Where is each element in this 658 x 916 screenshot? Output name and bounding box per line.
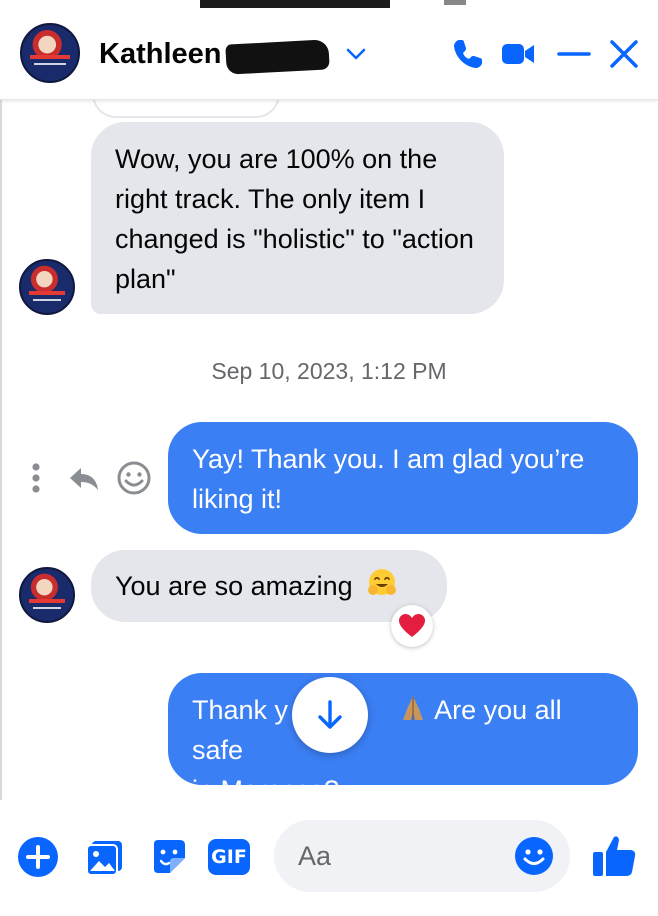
heart-icon (399, 614, 425, 637)
hugging-face-emoji-icon (368, 569, 397, 595)
outgoing-message[interactable]: Thank y Are you all safe in Morocco? (168, 673, 638, 805)
scroll-to-bottom-button[interactable] (292, 677, 368, 753)
photo-icon[interactable] (84, 836, 126, 878)
outgoing-message[interactable]: Yay! Thank you. I am glad you’re liking … (168, 422, 638, 534)
incoming-message[interactable]: You are so amazing (91, 550, 447, 622)
message-input-field[interactable] (274, 820, 570, 892)
gif-label: GIF (211, 846, 247, 868)
video-camera-icon[interactable] (500, 36, 536, 72)
incoming-message[interactable]: Wow, you are 100% on the right track. Th… (91, 122, 504, 314)
thumbs-up-icon[interactable] (590, 832, 638, 880)
emoji-picker-icon[interactable] (514, 836, 554, 876)
gif-button[interactable]: GIF (208, 839, 250, 875)
heart-reaction[interactable] (391, 605, 433, 647)
react-emoji-icon[interactable] (115, 459, 153, 497)
plus-circle-icon[interactable] (17, 836, 59, 878)
more-options-icon[interactable] (25, 459, 47, 497)
message-timestamp: Sep 10, 2023, 1:12 PM (211, 358, 447, 384)
minimize-icon[interactable] (556, 36, 592, 72)
close-icon[interactable] (606, 36, 642, 72)
arrow-down-icon (318, 700, 342, 729)
phone-icon[interactable] (450, 36, 486, 72)
sticker-icon[interactable] (148, 836, 190, 878)
contact-avatar[interactable] (20, 23, 80, 83)
message-actions (25, 455, 155, 501)
background-peek (444, 0, 466, 5)
message-text: You are so amazing (115, 571, 353, 601)
chevron-down-icon[interactable] (345, 45, 367, 63)
sender-avatar[interactable] (19, 259, 75, 315)
sender-avatar[interactable] (19, 567, 75, 623)
background-peek (200, 0, 390, 8)
redaction-mark (225, 39, 330, 75)
message-input[interactable] (298, 820, 518, 892)
window-edge (0, 40, 2, 910)
reply-icon[interactable] (65, 459, 103, 497)
folded-hands-emoji-icon (403, 696, 424, 720)
chat-header: Kathleen (0, 0, 658, 100)
contact-name[interactable]: Kathleen (99, 38, 221, 71)
message-text-part: Thank y (192, 695, 289, 725)
